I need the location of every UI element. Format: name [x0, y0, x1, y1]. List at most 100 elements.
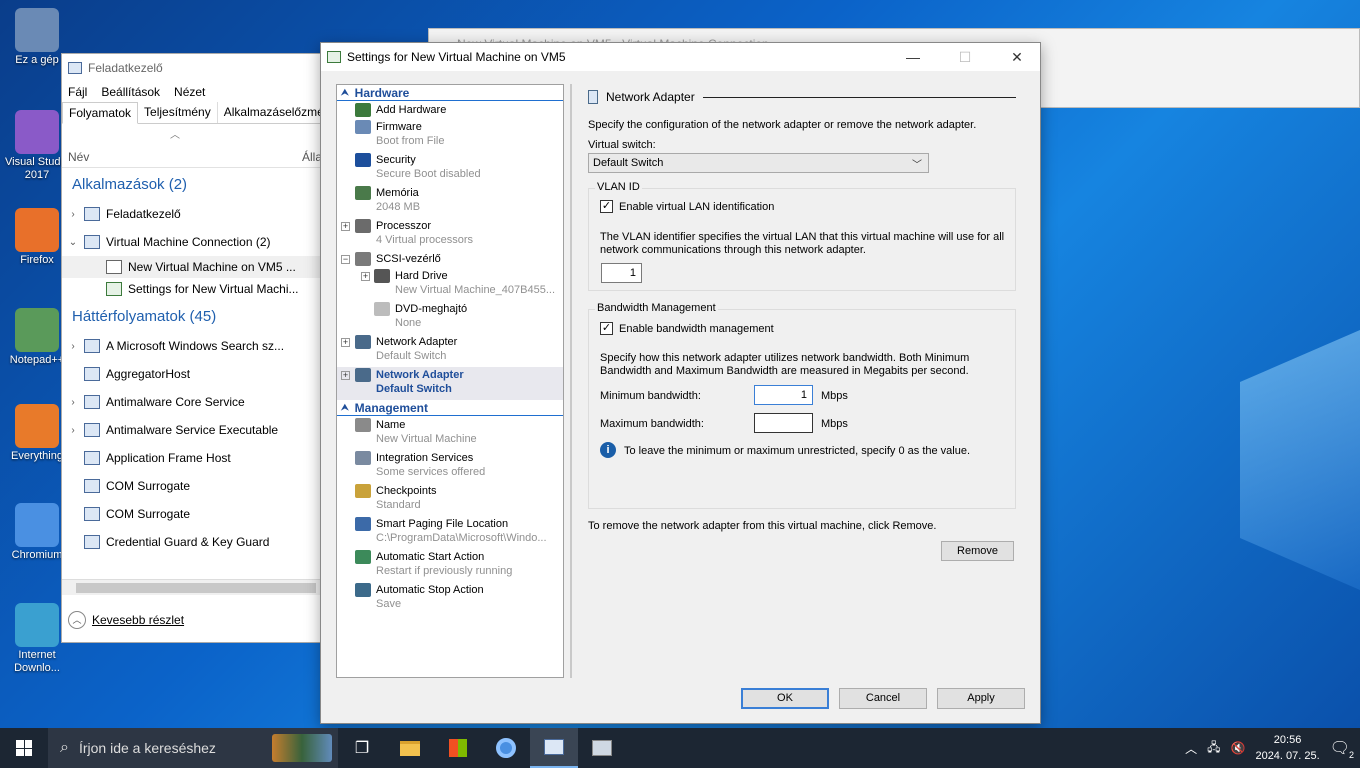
- tree-item-label: Integration Services: [376, 452, 474, 464]
- close-button[interactable]: ✕: [994, 43, 1040, 71]
- network-adapter-icon: [588, 90, 598, 104]
- tree-header-management[interactable]: ⮝ Management: [337, 400, 563, 416]
- tree-item-label: Automatic Stop Action: [376, 584, 484, 596]
- settings-icon: [327, 51, 341, 63]
- vlan-id-input[interactable]: 1: [601, 263, 642, 283]
- task-manager-column-header: ︿ Név Állapot: [62, 124, 339, 168]
- horizontal-scrollbar[interactable]: [62, 579, 322, 595]
- cancel-button[interactable]: Cancel: [839, 688, 927, 709]
- tree-item[interactable]: Add Hardware: [337, 102, 563, 119]
- desktop-shortcut-icon: [15, 308, 59, 352]
- expand-icon[interactable]: +: [361, 272, 370, 281]
- tree-item[interactable]: + Processzor 4 Virtual processors: [337, 218, 563, 251]
- tree-item[interactable]: − SCSI-vezérlő: [337, 251, 563, 268]
- tree-item[interactable]: Security Secure Boot disabled: [337, 152, 563, 185]
- volume-muted-icon[interactable]: 🔇: [1231, 741, 1246, 755]
- process-row[interactable]: › Antimalware Core Service: [62, 388, 322, 416]
- tree-item[interactable]: + Hard Drive New Virtual Machine_407B455..…: [337, 268, 563, 301]
- chromium-icon[interactable]: [482, 728, 530, 768]
- remove-description: To remove the network adapter from this …: [588, 520, 937, 532]
- process-row[interactable]: COM Surrogate: [62, 472, 322, 500]
- chevron-right-icon[interactable]: ›: [62, 341, 84, 352]
- hyperv-manager-icon[interactable]: [530, 728, 578, 768]
- tree-item-detail: Save: [376, 598, 402, 610]
- chevron-down-icon[interactable]: ⌄: [62, 237, 84, 248]
- clock[interactable]: 20:56 2024. 07. 25.: [1255, 732, 1319, 764]
- maximum-bandwidth-input[interactable]: [754, 413, 813, 433]
- apps-list: › Feladatkezelő ⌄ Virtual Machine Connectio…: [62, 200, 322, 256]
- tree-item[interactable]: Integration Services Some services offere…: [337, 450, 563, 483]
- task-view-icon[interactable]: ❐: [338, 728, 386, 768]
- tab-processes[interactable]: Folyamatok: [62, 102, 139, 124]
- menu-view[interactable]: Nézet: [174, 85, 205, 99]
- task-manager-tabs: Folyamatok Teljesítmény Alkalmazáselőzmé…: [62, 102, 357, 124]
- store-icon[interactable]: [434, 728, 482, 768]
- process-subitem[interactable]: New Virtual Machine on VM5 ...: [62, 256, 322, 278]
- task-manager-window[interactable]: Feladatkezelő Fájl Beállítások Nézet Fol…: [61, 53, 357, 643]
- virtual-switch-label: Virtual switch:: [588, 139, 656, 151]
- tree-header-hardware[interactable]: ⮝ Hardware: [337, 85, 563, 101]
- taskbar-search[interactable]: ⌕ Írjon ide a kereséshez: [48, 728, 338, 768]
- tree-item[interactable]: Name New Virtual Machine: [337, 417, 563, 450]
- tree-item[interactable]: Automatic Start Action Restart if previou…: [337, 549, 563, 582]
- bandwidth-group: Bandwidth Management ✓ Enable bandwidth …: [588, 302, 1016, 509]
- menu-file[interactable]: Fájl: [68, 85, 87, 99]
- process-row[interactable]: › Antimalware Service Executable: [62, 416, 322, 444]
- expand-icon[interactable]: +: [341, 338, 350, 347]
- menu-settings[interactable]: Beállítások: [101, 85, 160, 99]
- process-row[interactable]: AggregatorHost: [62, 360, 322, 388]
- scrollbar-thumb[interactable]: [76, 583, 316, 593]
- minimum-bandwidth-input[interactable]: 1: [754, 385, 813, 405]
- network-icon[interactable]: 🖧: [1207, 738, 1220, 759]
- ok-button[interactable]: OK: [741, 688, 829, 709]
- collapse-icon[interactable]: −: [341, 255, 350, 264]
- process-subitem[interactable]: Settings for New Virtual Machi...: [62, 278, 322, 300]
- process-row[interactable]: ⌄ Virtual Machine Connection (2): [62, 228, 322, 256]
- settings-dialog[interactable]: Settings for New Virtual Machine on VM5 …: [320, 42, 1041, 724]
- tree-item[interactable]: Memória 2048 MB: [337, 185, 563, 218]
- apply-button[interactable]: Apply: [937, 688, 1025, 709]
- vm-connection-icon[interactable]: [578, 728, 626, 768]
- start-button[interactable]: [0, 728, 48, 768]
- remove-button[interactable]: Remove: [941, 541, 1014, 561]
- tree-item-label: Firmware: [376, 121, 422, 133]
- tree-item[interactable]: Automatic Stop Action Save: [337, 582, 563, 615]
- tree-item[interactable]: DVD-meghajtó None: [337, 301, 563, 334]
- notifications-icon[interactable]: 🗨 2: [1330, 738, 1354, 760]
- desktop-shortcut-icon: [15, 404, 59, 448]
- expand-icon[interactable]: +: [341, 371, 350, 380]
- process-row[interactable]: Credential Guard & Key Guard: [62, 528, 322, 556]
- process-icon: [84, 479, 100, 493]
- tree-item-label: Hard Drive: [395, 270, 448, 282]
- vlan-checkbox[interactable]: ✓ Enable virtual LAN identification: [600, 200, 774, 213]
- maximize-button[interactable]: ☐: [942, 43, 988, 71]
- tree-item[interactable]: Checkpoints Standard: [337, 483, 563, 516]
- checkbox-checked-icon: ✓: [600, 322, 613, 335]
- process-row[interactable]: › Feladatkezelő: [62, 200, 322, 228]
- column-name[interactable]: Név: [68, 150, 89, 164]
- tree-item-detail: Boot from File: [376, 135, 445, 147]
- minimize-button[interactable]: —: [890, 43, 936, 71]
- expand-icon[interactable]: +: [341, 222, 350, 231]
- tree-item[interactable]: Smart Paging File Location C:\ProgramData…: [337, 516, 563, 549]
- tree-item[interactable]: Firmware Boot from File: [337, 119, 563, 152]
- bandwidth-checkbox[interactable]: ✓ Enable bandwidth management: [600, 322, 774, 335]
- chevron-right-icon[interactable]: ›: [62, 209, 84, 220]
- chevron-up-icon[interactable]: ︿: [1185, 740, 1197, 757]
- process-icon: [84, 507, 100, 521]
- fewer-details-button[interactable]: ︿ Kevesebb részlet: [68, 611, 184, 629]
- tab-performance[interactable]: Teljesítmény: [138, 102, 218, 123]
- search-icon: ⌕: [60, 739, 69, 756]
- virtual-switch-select[interactable]: Default Switch ﹀: [588, 153, 929, 173]
- desktop-light-glow: [1240, 330, 1360, 590]
- process-row[interactable]: › A Microsoft Windows Search sz...: [62, 332, 322, 360]
- tree-item[interactable]: + Network Adapter Default Switch: [337, 334, 563, 367]
- process-row[interactable]: COM Surrogate: [62, 500, 322, 528]
- tree-item[interactable]: + Network Adapter Default Switch: [337, 367, 563, 400]
- file-explorer-icon[interactable]: [386, 728, 434, 768]
- process-row[interactable]: Application Frame Host: [62, 444, 322, 472]
- chevron-right-icon[interactable]: ›: [62, 425, 84, 436]
- task-manager-menubar: Fájl Beállítások Nézet: [62, 82, 322, 102]
- chevron-right-icon[interactable]: ›: [62, 397, 84, 408]
- tree-item-label: DVD-meghajtó: [395, 303, 468, 315]
